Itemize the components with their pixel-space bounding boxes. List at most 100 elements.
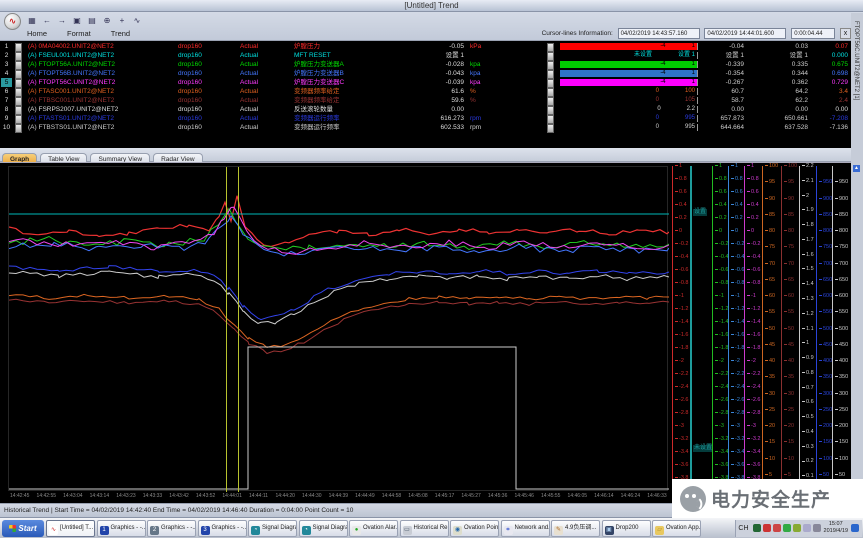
table-row[interactable]: 1(A) 0MA04002.UNIT2@NET2drop160Actual炉膛压… [0,42,851,51]
printer-icon: ▭ [403,526,412,535]
signal-tag: (A) FTOPT56A.UNIT2@NET2 [28,60,115,69]
value-axis-5[interactable]: 10.80.60.40.20-0.2-0.4-0.6-0.8-1-1.2-1.4… [744,166,762,491]
axis-tick-label: -2.6 [675,398,688,403]
scale-range-bar[interactable]: -41 [560,43,698,50]
table-row[interactable]: 5(A) FTOPT56C.UNIT2@NET2drop160Actual炉膛压… [0,78,851,87]
axis-tick-label: 5 [765,473,772,478]
table-row[interactable]: 10(A) FTBSTS01.UNIT2@NET2drop160Actual变频… [0,123,851,132]
signal-tag: (A) FTBSTS01.UNIT2@NET2 [28,123,114,132]
cursor1-value: -0.339 [700,60,744,69]
cursor-line-2[interactable] [238,167,239,492]
scale-range-bar[interactable]: -41 [560,70,698,77]
side-tab-label[interactable]: FTOPT56C.UNIT2@NET2 [1] [853,21,859,100]
table-row[interactable]: 4(A) FTOPT56B.UNIT2@NET2drop160Actual炉膛压… [0,69,851,78]
globe-icon: ◉ [453,526,462,535]
window-icon[interactable]: ▣ [71,15,83,26]
cursor-time-2-field[interactable]: 04/02/2019 14:44:01.600 [704,28,786,39]
cursor-lines-info-label: Cursor-lines Information [542,30,611,37]
taskbar-button[interactable]: 3Graphics - -... [198,520,247,537]
axis-tick-label: -0.4 [675,255,688,260]
taskbar-button[interactable]: ▭Historical Re... [400,520,449,537]
table-row[interactable]: 8(A) FSRPS2007.UNIT2@NET2drop160Actual反送… [0,105,851,114]
scale-range-bar[interactable]: 未设置设置 1 [560,52,698,59]
drive-tray-icon[interactable] [813,524,821,532]
add-icon[interactable]: + [116,15,128,26]
flag-tray-icon[interactable] [803,524,811,532]
axes-scroll-up-icon[interactable]: ▲ [853,165,860,172]
cursor-time-1-field[interactable]: 04/02/2019 14:43:57.160 [618,28,700,39]
app-button-icon[interactable]: ∿ [4,13,21,30]
value-mode: Actual [240,78,258,87]
zoom-icon[interactable]: ⊕ [101,15,113,26]
cursor-delta-field[interactable]: 0:00:04.44 [791,28,835,39]
system-tray: CH15:072019/4/19 [735,520,862,537]
back-icon[interactable]: ← [41,15,53,26]
chart-icon[interactable]: ▦ [26,15,38,26]
taskbar-button[interactable]: 1Graphics - -... [97,520,146,537]
cursor-line-1[interactable] [226,167,227,492]
start-button[interactable]: Start [2,520,44,537]
scale-range-bar[interactable]: 0105 [560,97,698,104]
axis-tick-label: 750 [819,245,832,250]
signal-tag: (A) FSEUL001.UNIT2@NET2 [28,51,114,60]
scale-min-value: 0 [657,105,660,114]
scale-range-bar[interactable]: 0995 [560,115,698,122]
table-row[interactable]: 3(A) FTOPT56A.UNIT2@NET2drop160Actual炉膛压… [0,60,851,69]
taskbar-button[interactable]: ∿[Untitled] T... [46,520,95,537]
taskbar-button[interactable]: ▱Ovation App... [652,520,701,537]
table-icon[interactable]: ▤ [86,15,98,26]
scale-range-bar[interactable]: -41 [560,79,698,86]
windows-corner-icon[interactable] [851,524,859,532]
taskbar-button[interactable]: ▣Drop200 [602,520,651,537]
taskbar-button[interactable]: ✎4.9负压调... [551,520,600,537]
cursor-info-close-icon[interactable]: x [840,28,851,39]
forward-icon[interactable]: → [56,15,68,26]
scale-range-bar[interactable]: 0995 [560,124,698,131]
sparkline-icon[interactable]: ∿ [131,15,143,26]
axis-tick-label: 100 [835,457,848,462]
green-status-tray-icon[interactable] [783,524,791,532]
table-row[interactable]: 2(A) FSEUL001.UNIT2@NET2drop160ActualMFT… [0,51,851,60]
scale-range-bar[interactable]: -41 [560,61,698,68]
menu-bar: Home Format Trend [24,29,147,41]
axis-tick-label: -2.4 [731,385,744,390]
leaf-tray-icon[interactable] [793,524,801,532]
value-mode: Actual [240,96,258,105]
axis-tick-label: 1 [747,164,754,169]
axis-tick-label: 5 [784,473,791,478]
axis-tick-label: 150 [819,440,832,445]
title-bar[interactable]: [Untitled] Trend [0,0,863,12]
value-axis-10[interactable]: 9509008508007507006506005505004504003503… [832,166,850,491]
taskbar-button[interactable]: ⌗Network and... [501,520,550,537]
menu-item-format[interactable]: Format [64,29,94,38]
value-axis-8[interactable]: 2.22.121.91.81.71.61.51.41.31.21.110.90.… [799,166,817,491]
value-unit: rpm [470,123,481,132]
axis-tick-label: -1.4 [747,320,760,325]
value-axis-6[interactable]: 1009590858075706560555045403530252015105 [762,166,780,491]
table-row[interactable]: 6(A) FTASC001.UNIT2@NET2drop160Actual变频器… [0,87,851,96]
taskbar-button[interactable]: ●Ovation Alar... [349,520,398,537]
taskbar-button[interactable]: 2Graphics - -... [147,520,196,537]
table-row[interactable]: 7(A) FTBSC001.UNIT2@NET2drop160Actual变频器… [0,96,851,105]
language-indicator[interactable]: CH [738,520,748,537]
taskbar-button[interactable]: ◔Signal Diagra... [248,520,297,537]
scale-range-bar[interactable]: 0100 [560,88,698,95]
value-axis-1[interactable]: 10.80.60.40.20-0.2-0.4-0.6-0.8-1-1.2-1.4… [672,166,690,491]
display-tray-icon[interactable] [753,524,761,532]
red-status-tray-icon[interactable] [763,524,771,532]
scale-range-bar[interactable]: 02.2 [560,106,698,113]
current-value: 设置 1 [404,51,464,60]
alarm-tray-icon[interactable] [773,524,781,532]
taskbar-button[interactable]: ◔Signal Diagra... [299,520,348,537]
menu-item-trend[interactable]: Trend [108,29,133,38]
trend-plot[interactable] [8,166,668,491]
taskbar-button[interactable]: ◉Ovation Poin... [450,520,499,537]
axis-binary-label: 设置 [693,209,707,216]
cursor2-value: 0.00 [752,105,808,114]
value-axis-2[interactable]: 设置未设置 [690,166,708,491]
table-row[interactable]: 9(A) FTASTS01.UNIT2@NET2drop160Actual变频器… [0,114,851,123]
value-axis-7[interactable]: 1009590858075706560555045403530252015105 [781,166,799,491]
taskbar-button-label: Graphics - -... [161,525,196,531]
axis-tick-label: 2 [802,194,809,199]
menu-item-home[interactable]: Home [24,29,50,38]
